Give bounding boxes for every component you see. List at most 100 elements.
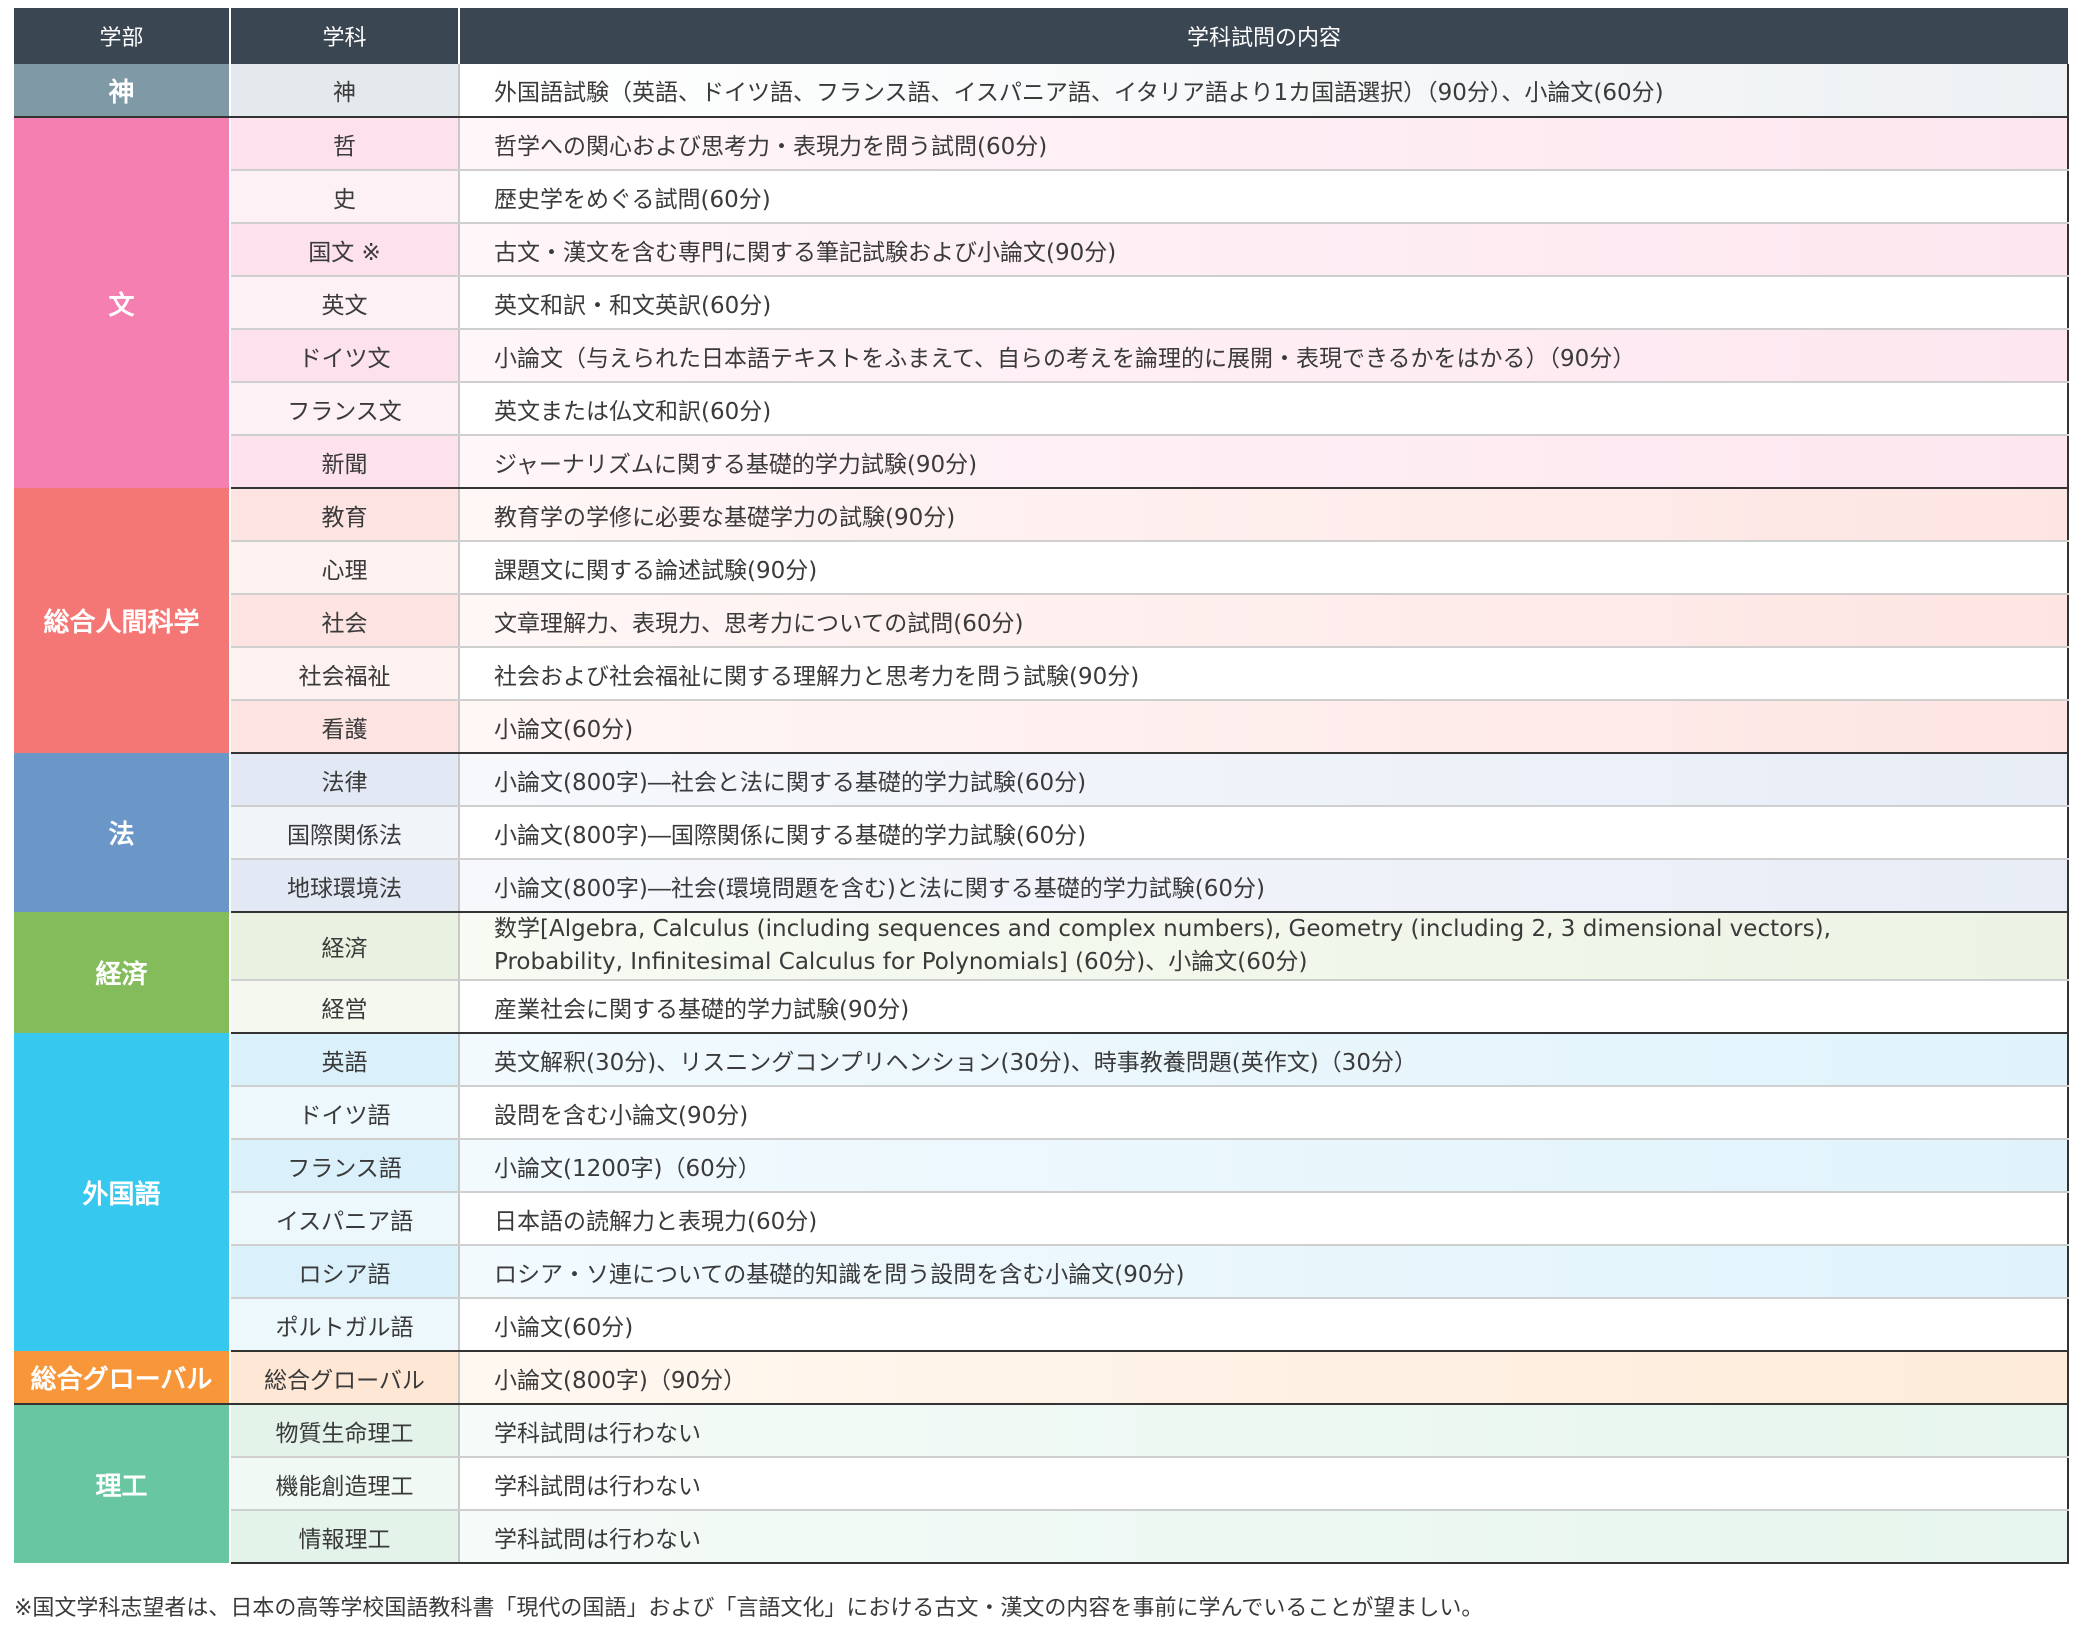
department-cell: 情報理工 — [230, 1510, 460, 1564]
content-cell: 外国語試験（英語、ドイツ語、フランス語、イスパニア語、イタリア語より1カ国語選択… — [459, 64, 2069, 118]
content-cell: 課題文に関する論述試験(90分) — [459, 541, 2069, 595]
faculty-cell-gaikoku: 外国語 — [14, 1033, 231, 1351]
department-cell: 物質生命理工 — [230, 1404, 460, 1458]
footnote: ※国文学科志望者は、日本の高等学校国語教科書「現代の国語」および「言語文化」にお… — [14, 1596, 1484, 1621]
faculty-cell-keizai: 経済 — [14, 912, 231, 1033]
department-cell: 国際関係法 — [230, 806, 460, 860]
table-row: 経済 経済 数学[Algebra, Calculus (including se… — [14, 912, 2069, 1033]
department-cell: 経営 — [230, 980, 460, 1034]
content-cell: 哲学への関心および思考力・表現力を問う試問(60分) — [459, 117, 2069, 171]
department-cell: 社会 — [230, 594, 460, 648]
content-cell: 小論文（与えられた日本語テキストをふまえて、自らの考えを論理的に展開・表現できる… — [459, 329, 2069, 383]
table-row: 国文 ※ 古文・漢文を含む専門に関する筆記試験および小論文(90分) — [14, 223, 2069, 277]
table-row: 総合人間科学 教育 教育学の学修に必要な基礎学力の試験(90分) — [14, 488, 2069, 753]
exam-content-table: 学部 学科 学科試問の内容 神 神 外国語試験（英語、ドイツ語、フランス語、イス… — [14, 8, 2069, 1564]
content-cell: 小論文(1200字)（60分） — [459, 1139, 2069, 1193]
table-row: 看護 小論文(60分) — [14, 700, 2069, 754]
content-cell: 教育学の学修に必要な基礎学力の試験(90分) — [459, 488, 2069, 542]
faculty-cell-ho: 法 — [14, 753, 231, 912]
header-department: 学科 — [229, 8, 459, 64]
department-cell: ドイツ文 — [230, 329, 460, 383]
content-cell: 英文または仏文和訳(60分) — [459, 382, 2069, 436]
department-cell: 教育 — [230, 488, 460, 542]
department-cell: 機能創造理工 — [230, 1457, 460, 1511]
department-cell: ドイツ語 — [230, 1086, 460, 1140]
table-row: 心理 課題文に関する論述試験(90分) — [14, 541, 2069, 595]
content-cell: 数学[Algebra, Calculus (including sequence… — [459, 912, 2069, 981]
content-cell: 古文・漢文を含む専門に関する筆記試験および小論文(90分) — [459, 223, 2069, 277]
content-cell: 文章理解力、表現力、思考力についての試問(60分) — [459, 594, 2069, 648]
table-row: 新聞 ジャーナリズムに関する基礎的学力試験(90分) — [14, 435, 2069, 489]
table-row: ドイツ文 小論文（与えられた日本語テキストをふまえて、自らの考えを論理的に展開・… — [14, 329, 2069, 383]
exam-table-container: 学部 学科 学科試問の内容 神 神 外国語試験（英語、ドイツ語、フランス語、イス… — [14, 8, 2069, 1564]
table-row: 国際関係法 小論文(800字)―国際関係に関する基礎的学力試験(60分) — [14, 806, 2069, 860]
table-row: 理工 物質生命理工 学科試問は行わない — [14, 1404, 2069, 1563]
table-row: 地球環境法 小論文(800字)―社会(環境問題を含む)と法に関する基礎的学力試験… — [14, 859, 2069, 913]
table-header-row: 学部 学科 学科試問の内容 — [14, 8, 2068, 64]
table-row: 文 哲 哲学への関心および思考力・表現力を問う試問(60分) — [14, 117, 2069, 488]
department-cell: イスパニア語 — [230, 1192, 460, 1246]
department-cell: 英文 — [230, 276, 460, 330]
department-cell: 看護 — [230, 700, 460, 754]
faculty-cell-bun: 文 — [14, 117, 231, 488]
content-cell: 小論文(60分) — [459, 700, 2069, 754]
table-row: イスパニア語 日本語の読解力と表現力(60分) — [14, 1192, 2069, 1246]
table-row: 情報理工 学科試問は行わない — [14, 1510, 2069, 1564]
content-line: Probability, Infinitesimal Calculus for … — [494, 949, 1308, 975]
content-cell: 小論文(800字)（90分） — [459, 1351, 2069, 1405]
content-cell: ロシア・ソ連についての基礎的知識を問う設問を含む小論文(90分) — [459, 1245, 2069, 1299]
table-row: 英文 英文和訳・和文英訳(60分) — [14, 276, 2069, 330]
content-cell: 小論文(60分) — [459, 1298, 2069, 1352]
department-cell: 新聞 — [230, 435, 460, 489]
table-row: 神 神 外国語試験（英語、ドイツ語、フランス語、イスパニア語、イタリア語より1カ… — [14, 64, 2069, 118]
table-row: 法 法律 小論文(800字)―社会と法に関する基礎的学力試験(60分) — [14, 753, 2069, 912]
content-cell: 学科試問は行わない — [459, 1510, 2069, 1564]
content-cell: 歴史学をめぐる試問(60分) — [459, 170, 2069, 224]
content-cell: 小論文(800字)―国際関係に関する基礎的学力試験(60分) — [459, 806, 2069, 860]
department-cell: 社会福祉 — [230, 647, 460, 701]
content-cell: 学科試問は行わない — [459, 1457, 2069, 1511]
department-cell: 地球環境法 — [230, 859, 460, 913]
table-row: 社会 文章理解力、表現力、思考力についての試問(60分) — [14, 594, 2069, 648]
table-row: 社会福祉 社会および社会福祉に関する理解力と思考力を問う試験(90分) — [14, 647, 2069, 701]
content-cell: 英文和訳・和文英訳(60分) — [459, 276, 2069, 330]
department-cell: 史 — [230, 170, 460, 224]
department-cell: 国文 ※ — [230, 223, 460, 277]
department-cell: 経済 — [230, 912, 460, 981]
department-cell: 哲 — [230, 117, 460, 171]
table-row: フランス語 小論文(1200字)（60分） — [14, 1139, 2069, 1193]
table-row: 外国語 英語 英文解釈(30分)、リスニングコンプリヘンション(30分)、時事教… — [14, 1033, 2069, 1351]
department-cell: ロシア語 — [230, 1245, 460, 1299]
table-row: 経営 産業社会に関する基礎的学力試験(90分) — [14, 980, 2069, 1034]
department-cell: 神 — [230, 64, 460, 118]
faculty-cell-global: 総合グローバル — [14, 1351, 231, 1405]
content-cell: 小論文(800字)―社会と法に関する基礎的学力試験(60分) — [459, 753, 2069, 807]
department-cell: 英語 — [230, 1033, 460, 1087]
table-row: 機能創造理工 学科試問は行わない — [14, 1457, 2069, 1511]
header-content: 学科試問の内容 — [458, 8, 2068, 64]
department-cell: 法律 — [230, 753, 460, 807]
department-cell: フランス語 — [230, 1139, 460, 1193]
content-cell: 学科試問は行わない — [459, 1404, 2069, 1458]
table-row: ロシア語 ロシア・ソ連についての基礎的知識を問う設問を含む小論文(90分) — [14, 1245, 2069, 1299]
table-row: ポルトガル語 小論文(60分) — [14, 1298, 2069, 1352]
faculty-cell-shin: 神 — [14, 64, 231, 118]
department-cell: フランス文 — [230, 382, 460, 436]
content-line: 数学[Algebra, Calculus (including sequence… — [494, 916, 1831, 942]
table-row: 史 歴史学をめぐる試問(60分) — [14, 170, 2069, 224]
content-cell: ジャーナリズムに関する基礎的学力試験(90分) — [459, 435, 2069, 489]
department-cell: 総合グローバル — [230, 1351, 460, 1405]
table-row: ドイツ語 設問を含む小論文(90分) — [14, 1086, 2069, 1140]
content-cell: 産業社会に関する基礎的学力試験(90分) — [459, 980, 2069, 1034]
faculty-cell-riko: 理工 — [14, 1404, 231, 1563]
header-faculty: 学部 — [14, 8, 230, 64]
table-row: 総合グローバル 総合グローバル 小論文(800字)（90分） — [14, 1351, 2069, 1405]
content-cell: 日本語の読解力と表現力(60分) — [459, 1192, 2069, 1246]
department-cell: ポルトガル語 — [230, 1298, 460, 1352]
content-cell: 設問を含む小論文(90分) — [459, 1086, 2069, 1140]
table-row: フランス文 英文または仏文和訳(60分) — [14, 382, 2069, 436]
faculty-cell-sogo: 総合人間科学 — [14, 488, 231, 753]
department-cell: 心理 — [230, 541, 460, 595]
content-cell: 社会および社会福祉に関する理解力と思考力を問う試験(90分) — [459, 647, 2069, 701]
content-cell: 小論文(800字)―社会(環境問題を含む)と法に関する基礎的学力試験(60分) — [459, 859, 2069, 913]
